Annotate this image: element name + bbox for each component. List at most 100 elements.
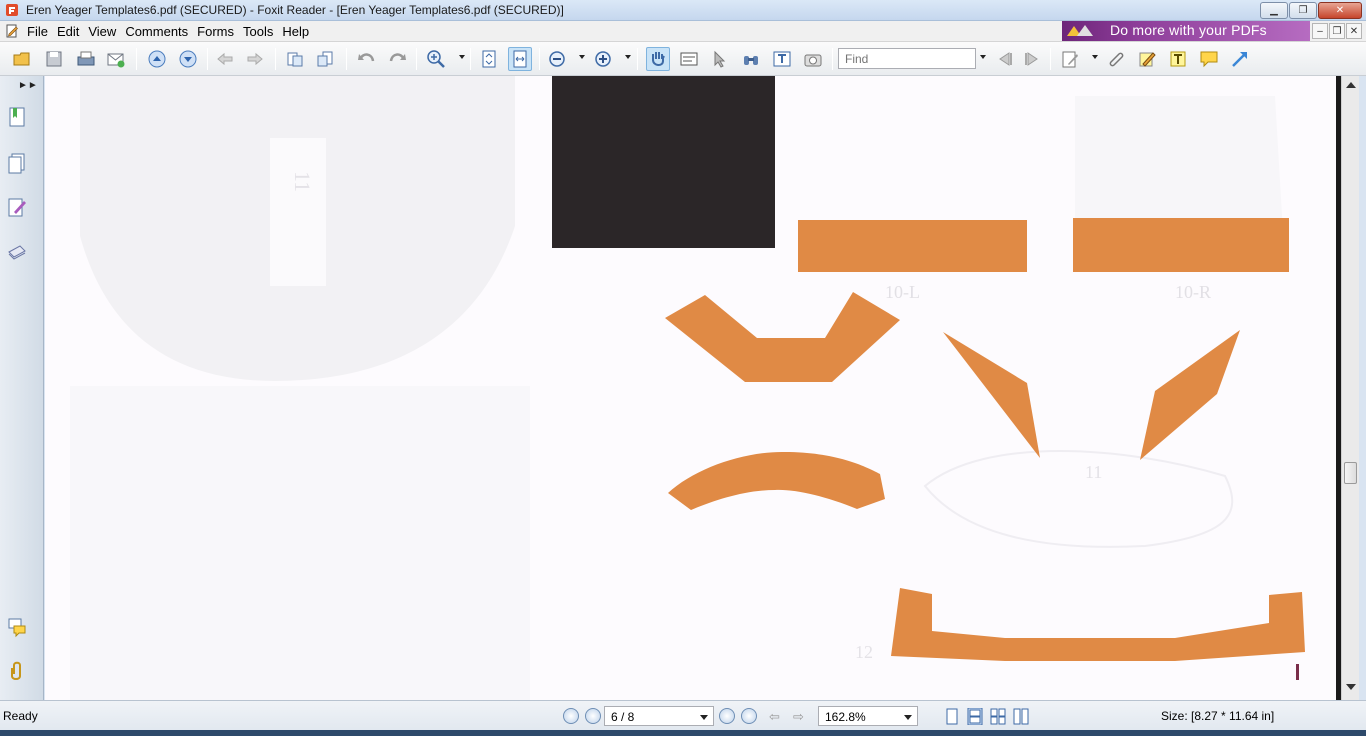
hand-tool-icon bbox=[652, 52, 665, 66]
hand-tool-button[interactable] bbox=[646, 47, 670, 71]
go-back-button[interactable] bbox=[213, 47, 237, 71]
next-result-button[interactable] bbox=[1020, 47, 1044, 71]
find-input[interactable] bbox=[838, 48, 976, 69]
menu-edit[interactable]: Edit bbox=[57, 23, 88, 40]
previous-page-button[interactable] bbox=[145, 47, 169, 71]
print-button[interactable] bbox=[74, 47, 98, 71]
facing-view-icon[interactable] bbox=[990, 708, 1006, 725]
continuous-view-icon[interactable] bbox=[967, 708, 983, 725]
note-dropdown[interactable] bbox=[1092, 55, 1098, 59]
fit-page-button[interactable] bbox=[477, 47, 501, 71]
zoom-out-dropdown[interactable] bbox=[579, 55, 585, 59]
scroll-up-icon[interactable] bbox=[1346, 82, 1356, 88]
text-box-icon bbox=[1170, 51, 1186, 67]
snapshot-button[interactable] bbox=[801, 47, 825, 71]
expand-panel-icon[interactable]: ►► bbox=[18, 80, 38, 91]
comment-button[interactable] bbox=[1197, 47, 1221, 71]
layers-edit-icon[interactable] bbox=[6, 196, 28, 218]
select-annotation-icon bbox=[714, 50, 726, 68]
comments-panel-icon[interactable] bbox=[6, 616, 28, 638]
menu-tools[interactable]: Tools bbox=[243, 23, 282, 40]
document-edit-icon bbox=[6, 24, 18, 38]
vertical-scrollbar[interactable] bbox=[1341, 76, 1359, 700]
single-page-view-icon[interactable] bbox=[944, 708, 960, 725]
first-page-icon[interactable] bbox=[563, 708, 579, 724]
maximize-button[interactable]: ❐ bbox=[1289, 2, 1317, 19]
find-dropdown[interactable] bbox=[980, 55, 986, 59]
doc-restore-button[interactable]: ❐ bbox=[1329, 23, 1345, 39]
forward-arrow-icon[interactable]: ⇨ bbox=[793, 709, 804, 725]
redo-icon bbox=[389, 53, 406, 62]
signatures-icon[interactable] bbox=[6, 240, 28, 262]
last-page-icon[interactable] bbox=[741, 708, 757, 724]
next-page-button[interactable] bbox=[176, 47, 200, 71]
menu-help[interactable]: Help bbox=[282, 23, 318, 40]
faint-lower-region bbox=[70, 386, 530, 700]
next-result-icon bbox=[1025, 52, 1038, 66]
menu-file[interactable]: File bbox=[27, 23, 57, 40]
minimize-button[interactable]: ▁ bbox=[1260, 2, 1288, 19]
scroll-thumb[interactable] bbox=[1344, 462, 1357, 484]
open-button[interactable] bbox=[10, 47, 34, 71]
page-size-label: Size: [8.27 * 11.64 in] bbox=[1161, 709, 1275, 723]
pages-icon[interactable] bbox=[6, 152, 28, 174]
previous-page-status-icon[interactable] bbox=[585, 708, 601, 724]
minimize-icon: ▁ bbox=[1270, 5, 1278, 16]
status-ready: Ready bbox=[3, 709, 38, 723]
save-button[interactable] bbox=[42, 47, 66, 71]
go-back-icon bbox=[217, 52, 233, 66]
menu-view[interactable]: View bbox=[88, 23, 125, 40]
zoom-field[interactable]: 162.8% bbox=[818, 706, 918, 726]
promo-logo-icon bbox=[1067, 25, 1093, 36]
typewriter-button[interactable] bbox=[770, 47, 794, 71]
menu-forms[interactable]: Forms bbox=[197, 23, 243, 40]
rotate-left-button[interactable] bbox=[283, 47, 307, 71]
scroll-down-icon[interactable] bbox=[1346, 684, 1356, 690]
text-box-button[interactable] bbox=[1166, 47, 1190, 71]
menu-comments[interactable]: Comments bbox=[125, 23, 197, 40]
go-forward-icon bbox=[247, 52, 263, 66]
promo-banner[interactable]: Do more with your PDFs bbox=[1062, 21, 1310, 41]
attachment-button[interactable] bbox=[1104, 47, 1128, 71]
bookmarks-icon[interactable] bbox=[6, 106, 28, 128]
promo-text: Do more with your PDFs bbox=[1110, 22, 1267, 38]
zoom-in-circle-button[interactable] bbox=[591, 47, 615, 71]
zoom-dropdown-icon[interactable] bbox=[904, 715, 912, 720]
arrow-tool-button[interactable] bbox=[1228, 47, 1252, 71]
print-icon bbox=[77, 51, 95, 66]
attachments-panel-icon[interactable] bbox=[6, 660, 28, 682]
attachment-icon bbox=[1109, 52, 1124, 67]
find-binoculars-button[interactable] bbox=[739, 47, 763, 71]
fit-width-button[interactable] bbox=[508, 47, 532, 71]
rotate-right-button[interactable] bbox=[313, 47, 337, 71]
doc-minimize-button[interactable]: – bbox=[1312, 23, 1328, 39]
email-button[interactable] bbox=[104, 47, 128, 71]
mouth-arc-piece bbox=[668, 451, 885, 510]
highlight-button[interactable] bbox=[1135, 47, 1159, 71]
previous-result-icon bbox=[999, 52, 1012, 66]
close-button[interactable]: ✕ bbox=[1318, 2, 1362, 19]
zoom-out-circle-icon bbox=[549, 51, 565, 67]
document-view[interactable]: 11 11 10-R 10-L 12 bbox=[45, 76, 1336, 700]
back-arrow-icon[interactable]: ⇦ bbox=[769, 709, 780, 725]
page-dropdown-icon[interactable] bbox=[700, 715, 708, 720]
next-page-status-icon[interactable] bbox=[719, 708, 735, 724]
page-number-field[interactable]: 6 / 8 bbox=[604, 706, 714, 726]
go-forward-button[interactable] bbox=[243, 47, 267, 71]
doc-close-button[interactable]: ✕ bbox=[1346, 23, 1362, 39]
select-annotation-button[interactable] bbox=[708, 47, 732, 71]
continuous-facing-view-icon[interactable] bbox=[1013, 708, 1029, 725]
zoom-out-button[interactable] bbox=[545, 47, 569, 71]
faint-label-3: 10-L bbox=[885, 282, 920, 302]
rotate-page-icon bbox=[287, 52, 303, 67]
zoom-in-dropdown[interactable] bbox=[459, 55, 465, 59]
previous-result-button[interactable] bbox=[993, 47, 1017, 71]
redo-button[interactable] bbox=[385, 47, 409, 71]
zoom-level-dropdown[interactable] bbox=[625, 55, 631, 59]
zoom-in-button[interactable] bbox=[424, 47, 448, 71]
faint-label-1: 11 bbox=[1085, 462, 1102, 482]
undo-button[interactable] bbox=[355, 47, 379, 71]
note-button[interactable] bbox=[1058, 47, 1082, 71]
select-text-button[interactable] bbox=[677, 47, 701, 71]
pdf-page-canvas: 11 11 10-R 10-L 12 bbox=[70, 76, 1305, 700]
